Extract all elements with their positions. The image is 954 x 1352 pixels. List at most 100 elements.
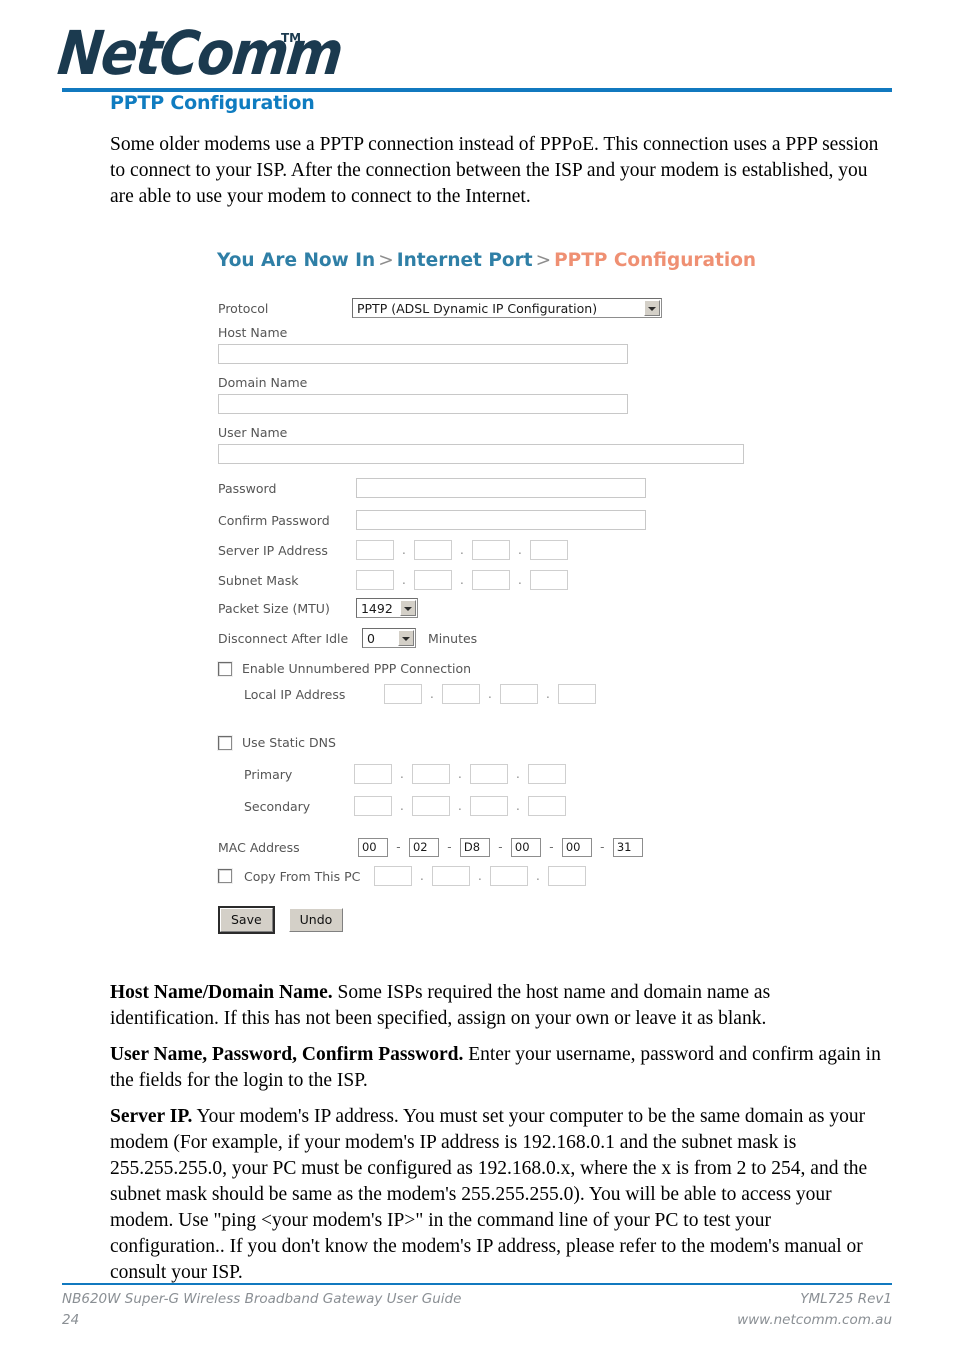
password-input[interactable] bbox=[355, 478, 646, 498]
dns-primary-octet-2[interactable] bbox=[411, 764, 450, 784]
local-ip-octet-2[interactable] bbox=[441, 684, 480, 704]
ip-dot-separator: . bbox=[515, 767, 520, 781]
mac-octet-3[interactable]: D8 bbox=[459, 838, 490, 857]
dns-secondary-row: Secondary . . . bbox=[244, 796, 566, 816]
mac-octet-6[interactable]: 31 bbox=[612, 838, 643, 857]
subnet-mask-octet-2[interactable] bbox=[413, 570, 452, 590]
packet-size-row: Packet Size (MTU) 1492 bbox=[218, 598, 418, 618]
dns-secondary-octet-4[interactable] bbox=[527, 796, 566, 816]
copy-pc-octet-1[interactable] bbox=[373, 866, 412, 886]
ip-dot-separator: . bbox=[402, 543, 406, 557]
enable-unnumbered-label: Enable Unnumbered PPP Connection bbox=[241, 661, 472, 676]
password-row: Password bbox=[218, 478, 646, 498]
local-ip-octet-3[interactable] bbox=[499, 684, 538, 704]
note-server-ip: Server IP. Your modem's IP address. You … bbox=[110, 1104, 882, 1286]
save-button[interactable]: Save bbox=[218, 906, 275, 934]
footer-left: NB620W Super-G Wireless Broadband Gatewa… bbox=[62, 1289, 461, 1331]
chevron-down-icon bbox=[397, 630, 414, 646]
local-ip-octet-1[interactable] bbox=[383, 684, 422, 704]
ip-dot-separator: . bbox=[488, 687, 492, 701]
user-name-label-row: User Name bbox=[218, 424, 287, 440]
user-name-input-row bbox=[218, 444, 744, 464]
mac-dash-separator: - bbox=[549, 840, 554, 854]
enable-unnumbered-checkbox[interactable] bbox=[218, 661, 232, 676]
domain-name-label: Domain Name bbox=[218, 375, 308, 390]
masthead: NetComm TM PPTP Configuration bbox=[0, 0, 954, 114]
ip-dot-separator: . bbox=[460, 543, 464, 557]
form-actions: Save Undo bbox=[218, 906, 344, 934]
ip-dot-separator: . bbox=[515, 799, 520, 813]
ip-dot-separator: . bbox=[402, 573, 406, 587]
copy-pc-octet-3[interactable] bbox=[489, 866, 528, 886]
dns-primary-octet-4[interactable] bbox=[527, 764, 566, 784]
user-name-input[interactable] bbox=[218, 444, 744, 464]
ip-dot-separator: . bbox=[535, 869, 540, 883]
mac-octet-1[interactable]: 00 bbox=[357, 838, 388, 857]
domain-name-input-row bbox=[218, 394, 628, 414]
note-user-password: User Name, Password, Confirm Password. E… bbox=[110, 1042, 882, 1094]
local-ip-octet-4[interactable] bbox=[557, 684, 596, 704]
ip-dot-separator: . bbox=[478, 869, 482, 883]
ip-dot-separator: . bbox=[400, 767, 404, 781]
disconnect-idle-select[interactable]: 0 bbox=[361, 628, 416, 648]
breadcrumb: You Are Now In > Internet Port > PPTP Config… bbox=[217, 250, 756, 271]
dns-primary-octet-1[interactable] bbox=[353, 764, 392, 784]
copy-pc-octet-4[interactable] bbox=[547, 866, 586, 886]
chevron-down-icon bbox=[643, 300, 660, 316]
protocol-select[interactable]: PPTP (ADSL Dynamic IP Configuration) bbox=[351, 298, 662, 318]
mac-octet-2[interactable]: 02 bbox=[408, 838, 439, 857]
note-host-domain-name: Host Name/Domain Name. Some ISPs require… bbox=[110, 980, 882, 1032]
packet-size-select[interactable]: 1492 bbox=[355, 598, 418, 618]
host-name-label-row: Host Name bbox=[218, 324, 287, 340]
mac-dash-separator: - bbox=[600, 840, 605, 854]
protocol-row: Protocol PPTP (ADSL Dynamic IP Configura… bbox=[218, 298, 662, 318]
undo-button[interactable]: Undo bbox=[288, 908, 344, 932]
dns-secondary-octet-1[interactable] bbox=[353, 796, 392, 816]
netcomm-logo: NetComm bbox=[54, 18, 345, 89]
ip-dot-separator: . bbox=[458, 767, 462, 781]
confirm-password-label: Confirm Password bbox=[218, 512, 330, 528]
enable-unnumbered-row[interactable]: Enable Unnumbered PPP Connection bbox=[218, 660, 471, 676]
dns-secondary-octet-3[interactable] bbox=[469, 796, 508, 816]
ip-dot-separator: . bbox=[400, 799, 404, 813]
ip-dot-separator: . bbox=[517, 543, 522, 557]
ip-dot-separator: . bbox=[458, 799, 462, 813]
router-config-screenshot: You Are Now In > Internet Port > PPTP Config… bbox=[214, 240, 814, 940]
mac-dash-separator: - bbox=[498, 840, 503, 854]
password-label: Password bbox=[218, 480, 277, 496]
domain-name-input[interactable] bbox=[218, 394, 628, 414]
subnet-mask-octet-3[interactable] bbox=[471, 570, 510, 590]
server-ip-label: Server IP Address bbox=[218, 542, 328, 558]
copy-from-pc-checkbox[interactable] bbox=[218, 869, 232, 883]
page-number: 24 bbox=[62, 1312, 80, 1328]
copy-from-pc-row[interactable]: Copy From This PC . . . bbox=[218, 866, 586, 886]
breadcrumb-item-internet-port[interactable]: Internet Port bbox=[397, 250, 533, 271]
mac-octet-5[interactable]: 00 bbox=[561, 838, 592, 857]
footer-website: www.netcomm.com.au bbox=[737, 1312, 892, 1328]
confirm-password-input[interactable] bbox=[355, 510, 646, 530]
server-ip-octet-4[interactable] bbox=[529, 540, 568, 560]
ip-dot-separator: . bbox=[460, 573, 464, 587]
server-ip-octet-2[interactable] bbox=[413, 540, 452, 560]
dns-primary-octet-3[interactable] bbox=[469, 764, 508, 784]
breadcrumb-separator-2: > bbox=[535, 250, 552, 271]
mac-address-label: MAC Address bbox=[218, 840, 300, 855]
use-static-dns-checkbox[interactable] bbox=[218, 735, 232, 750]
footer-guide-title: NB620W Super-G Wireless Broadband Gatewa… bbox=[62, 1291, 462, 1307]
use-static-dns-row[interactable]: Use Static DNS bbox=[218, 734, 336, 750]
subnet-mask-octet-4[interactable] bbox=[529, 570, 568, 590]
note-lead: Server IP. bbox=[110, 1106, 193, 1127]
subnet-mask-octet-1[interactable] bbox=[355, 570, 394, 590]
protocol-select-value: PPTP (ADSL Dynamic IP Configuration) bbox=[356, 301, 598, 316]
dns-secondary-octet-2[interactable] bbox=[411, 796, 450, 816]
dns-primary-row: Primary . . . bbox=[244, 764, 566, 784]
server-ip-octet-1[interactable] bbox=[355, 540, 394, 560]
subnet-mask-row: Subnet Mask . . . bbox=[218, 570, 568, 590]
domain-name-label-row: Domain Name bbox=[218, 374, 307, 390]
mac-octet-4[interactable]: 00 bbox=[510, 838, 541, 857]
copy-pc-octet-2[interactable] bbox=[431, 866, 470, 886]
mac-dash-separator: - bbox=[396, 840, 401, 854]
host-name-input[interactable] bbox=[218, 344, 628, 364]
protocol-label: Protocol bbox=[218, 300, 269, 316]
server-ip-octet-3[interactable] bbox=[471, 540, 510, 560]
